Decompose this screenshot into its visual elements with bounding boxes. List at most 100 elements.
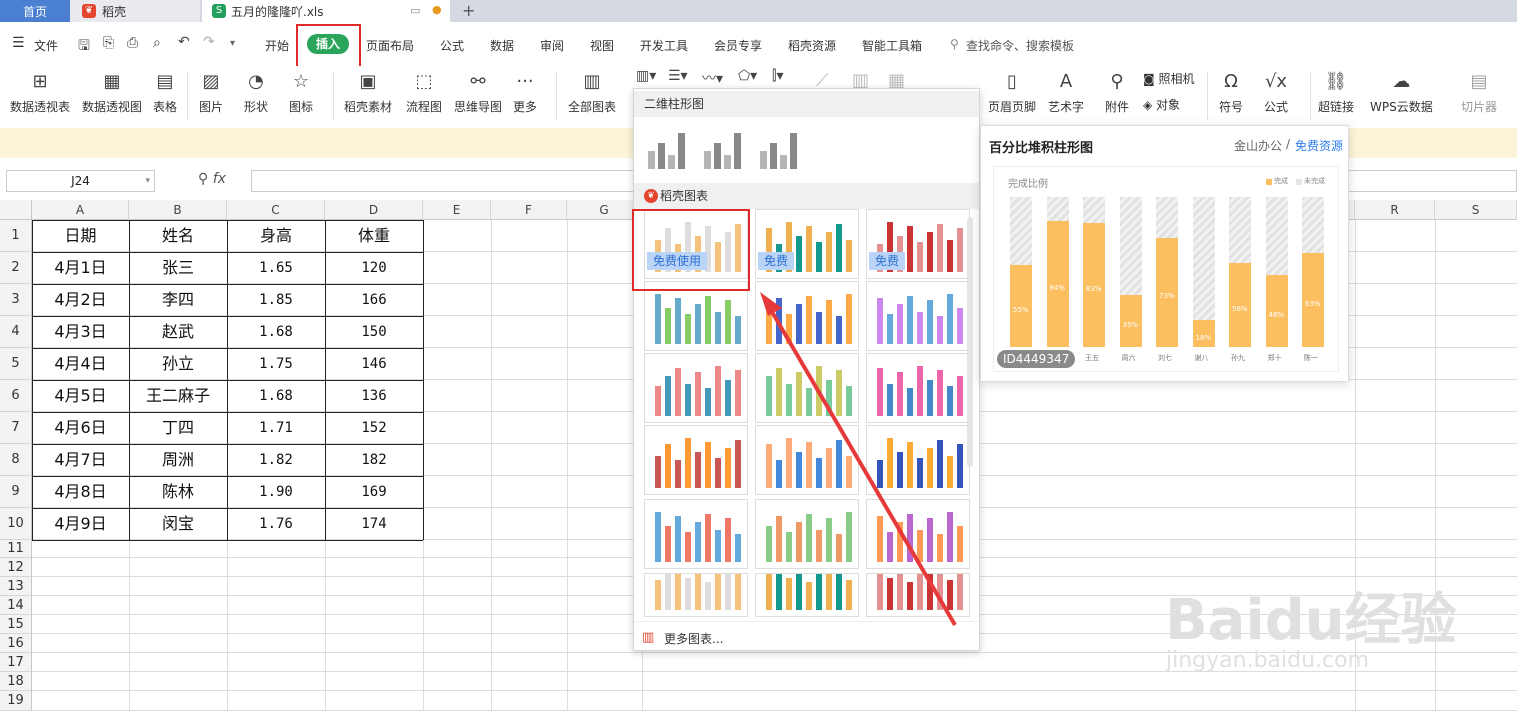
command-search[interactable]: 查找命令、搜索模板 xyxy=(966,37,1074,54)
quick-access-dropdown-icon[interactable]: ▾ xyxy=(230,38,235,49)
column-header[interactable]: S xyxy=(1435,200,1517,220)
date-cell[interactable]: 4月5日 xyxy=(32,380,129,412)
name-box[interactable]: J24 ▾ xyxy=(6,170,155,192)
menu-page-layout[interactable]: 页面布局 xyxy=(366,37,414,54)
date-cell[interactable]: 4月1日 xyxy=(32,252,129,284)
wordart-button[interactable]: A 艺术字 xyxy=(1048,66,1084,115)
row-header[interactable]: 3 xyxy=(0,284,32,316)
height-cell[interactable]: 1.68 xyxy=(227,316,325,348)
row-header[interactable]: 6 xyxy=(0,380,32,412)
print-preview-icon[interactable]: ⌕ xyxy=(153,35,161,51)
height-cell[interactable]: 1.76 xyxy=(227,508,325,540)
row-header[interactable]: 14 xyxy=(0,596,32,615)
chart-template-thumbnail[interactable] xyxy=(755,573,859,617)
date-cell[interactable]: 4月8日 xyxy=(32,476,129,508)
daoke-material-button[interactable]: ▣ 稻壳素材 xyxy=(344,66,392,115)
chart-template-thumbnail[interactable] xyxy=(866,353,970,423)
name-box-dropdown-icon[interactable]: ▾ xyxy=(145,171,150,191)
height-cell[interactable]: 1.71 xyxy=(227,412,325,444)
tab-daoke[interactable]: ❦ 稻壳 xyxy=(70,0,200,22)
weight-cell[interactable]: 169 xyxy=(325,476,423,508)
name-cell[interactable]: 周洲 xyxy=(129,444,227,476)
pivot-table-button[interactable]: ⊞ 数据透视表 xyxy=(10,66,70,115)
weight-cell[interactable]: 136 xyxy=(325,380,423,412)
hyperlink-button[interactable]: ⛓ 超链接 xyxy=(1318,66,1354,115)
column-header[interactable]: R xyxy=(1355,200,1435,220)
all-charts-button[interactable]: ▥ 全部图表 xyxy=(568,66,616,115)
stock-chart-icon[interactable]: ⫿▾ xyxy=(772,68,784,84)
weight-cell[interactable]: 152 xyxy=(325,412,423,444)
height-cell[interactable]: 1.90 xyxy=(227,476,325,508)
weight-cell[interactable]: 150 xyxy=(325,316,423,348)
name-cell[interactable]: 孙立 xyxy=(129,348,227,380)
basic-column-chart-option[interactable] xyxy=(644,129,688,169)
pivot-chart-button[interactable]: ▦ 数据透视图 xyxy=(82,66,142,115)
select-all-corner[interactable] xyxy=(0,200,32,220)
chart-template-thumbnail[interactable] xyxy=(644,281,748,351)
header-footer-button[interactable]: ▯ 页眉页脚 xyxy=(988,66,1036,115)
wps-cloud-data-button[interactable]: ☁ WPS云数据 xyxy=(1370,66,1433,115)
more-charts-link[interactable]: ▥ 更多图表... xyxy=(634,621,979,651)
date-cell[interactable]: 4月3日 xyxy=(32,316,129,348)
name-cell[interactable]: 张三 xyxy=(129,252,227,284)
line-chart-icon[interactable]: 〰▾ xyxy=(702,68,723,88)
basic-column-chart-option[interactable] xyxy=(700,129,744,169)
print-icon[interactable]: ⎙ xyxy=(127,35,138,51)
chart-template-thumbnail[interactable]: 免费 xyxy=(866,209,970,279)
row-header[interactable]: 17 xyxy=(0,653,32,672)
weight-cell[interactable]: 120 xyxy=(325,252,423,284)
export-pdf-icon[interactable]: ⎘ xyxy=(103,35,114,51)
menu-start[interactable]: 开始 xyxy=(265,37,289,54)
row-header[interactable]: 11 xyxy=(0,540,32,558)
chart-template-thumbnail[interactable]: 免费 xyxy=(755,209,859,279)
free-use-button[interactable]: 免费 xyxy=(758,252,795,270)
row-header[interactable]: 7 xyxy=(0,412,32,444)
chart-template-thumbnail[interactable] xyxy=(644,573,748,617)
menu-formula[interactable]: 公式 xyxy=(440,37,464,54)
name-cell[interactable]: 丁四 xyxy=(129,412,227,444)
hamburger-icon[interactable]: ☰ xyxy=(12,35,25,51)
date-cell[interactable]: 4月4日 xyxy=(32,348,129,380)
column-chart-icon[interactable]: ▥▾ xyxy=(636,68,656,84)
attachment-button[interactable]: ⚲ 附件 xyxy=(1104,66,1130,115)
weight-cell[interactable]: 146 xyxy=(325,348,423,380)
chart-template-thumbnail[interactable] xyxy=(755,499,859,569)
row-header[interactable]: 8 xyxy=(0,444,32,476)
column-header[interactable]: G xyxy=(567,200,642,220)
column-header[interactable]: B xyxy=(129,200,227,220)
flowchart-button[interactable]: ⬚ 流程图 xyxy=(406,66,442,115)
chart-template-thumbnail[interactable] xyxy=(644,499,748,569)
header-cell[interactable]: 体重 xyxy=(325,220,423,252)
column-header[interactable]: D xyxy=(325,200,423,220)
weight-cell[interactable]: 182 xyxy=(325,444,423,476)
menu-file[interactable]: 文件 xyxy=(34,37,58,54)
radar-chart-icon[interactable]: ⬠▾ xyxy=(738,68,757,84)
row-header[interactable]: 2 xyxy=(0,252,32,284)
menu-review[interactable]: 审阅 xyxy=(540,37,564,54)
row-header[interactable]: 16 xyxy=(0,634,32,653)
row-header[interactable]: 13 xyxy=(0,577,32,596)
undo-icon[interactable]: ↶ xyxy=(178,34,190,50)
chart-template-thumbnail[interactable] xyxy=(755,353,859,423)
camera-button[interactable]: ◙ 照相机 xyxy=(1143,70,1194,87)
name-cell[interactable]: 王二麻子 xyxy=(129,380,227,412)
chart-template-thumbnail[interactable] xyxy=(644,353,748,423)
symbol-button[interactable]: Ω 符号 xyxy=(1218,66,1244,115)
mindmap-button[interactable]: ⚯ 思维导图 xyxy=(454,66,502,115)
row-header[interactable]: 12 xyxy=(0,558,32,577)
row-header[interactable]: 15 xyxy=(0,615,32,634)
height-cell[interactable]: 1.75 xyxy=(227,348,325,380)
chart-template-thumbnail[interactable] xyxy=(866,499,970,569)
height-cell[interactable]: 1.85 xyxy=(227,284,325,316)
menu-member[interactable]: 会员专享 xyxy=(714,37,762,54)
column-header[interactable]: C xyxy=(227,200,325,220)
name-cell[interactable]: 李四 xyxy=(129,284,227,316)
formula-button[interactable]: √x 公式 xyxy=(1263,66,1289,115)
date-cell[interactable]: 4月2日 xyxy=(32,284,129,316)
basic-column-chart-option[interactable] xyxy=(756,129,800,169)
row-header[interactable]: 10 xyxy=(0,508,32,540)
menu-smart-toolbox[interactable]: 智能工具箱 xyxy=(862,37,922,54)
column-header[interactable]: E xyxy=(423,200,491,220)
picture-button[interactable]: ▨ 图片 xyxy=(198,66,224,115)
height-cell[interactable]: 1.65 xyxy=(227,252,325,284)
